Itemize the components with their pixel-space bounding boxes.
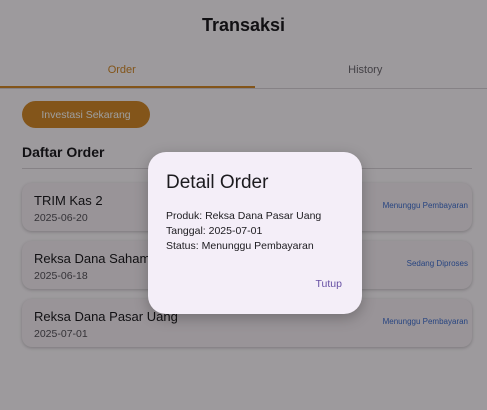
transaction-screen: Transaksi Order History Investasi Sekara… [0, 0, 487, 410]
dialog-content: Produk: Reksa Dana Pasar Uang Tanggal: 2… [166, 209, 321, 254]
order-detail-dialog: Detail Order Produk: Reksa Dana Pasar Ua… [148, 152, 362, 314]
dialog-product-line: Produk: Reksa Dana Pasar Uang [166, 210, 322, 222]
close-button[interactable]: Tutup [316, 278, 342, 290]
dialog-status-line: Status: Menunggu Pembayaran [166, 240, 314, 252]
dialog-title: Detail Order [166, 172, 269, 193]
dialog-date-line: Tanggal: 2025-07-01 [166, 225, 263, 237]
